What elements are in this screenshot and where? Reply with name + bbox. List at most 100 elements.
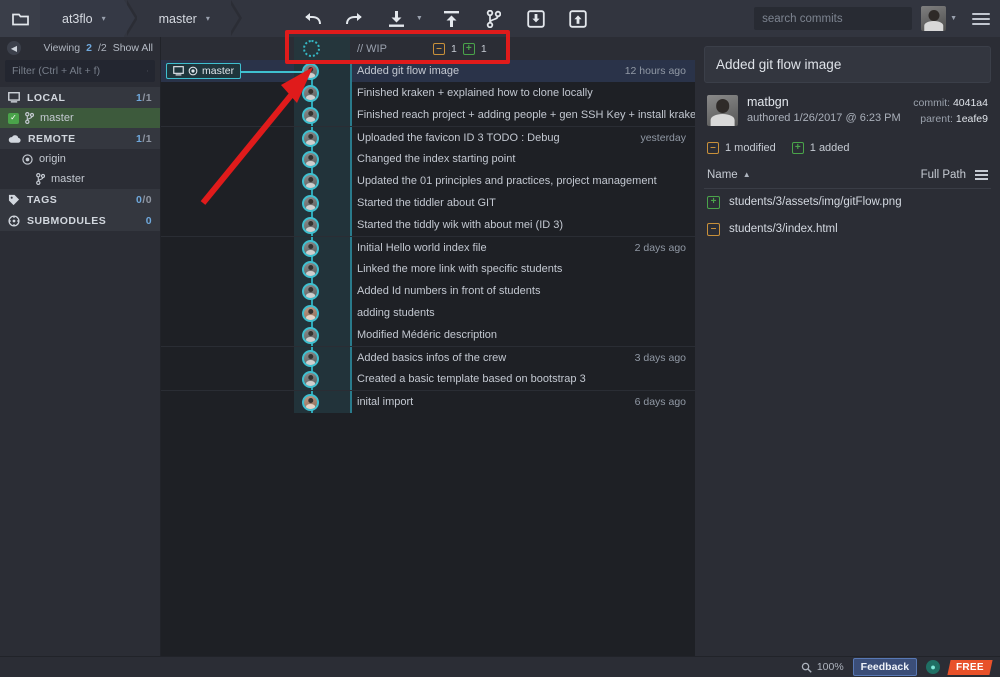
commit-node-avatar[interactable]: [302, 283, 319, 300]
commit-message: Updated the 01 principles and practices,…: [357, 175, 657, 187]
avatar: [921, 6, 947, 31]
branch-icon: [36, 173, 45, 185]
commit-row[interactable]: inital import 6 days ago: [161, 390, 695, 413]
open-repo-button[interactable]: [0, 0, 40, 37]
pop-stash-button[interactable]: [565, 6, 591, 32]
commit-node-avatar[interactable]: [302, 305, 319, 322]
commit-row[interactable]: Modified Médéric description: [161, 324, 695, 346]
commit-timestamp: 2 days ago: [634, 241, 686, 254]
branch-icon: [25, 112, 34, 124]
account-menu-button[interactable]: ▼: [921, 6, 957, 31]
search-area: ▼: [754, 6, 990, 31]
commit-row[interactable]: Added Id numbers in front of students: [161, 280, 695, 302]
search-commits-box[interactable]: [754, 7, 917, 30]
column-divider: [350, 347, 352, 369]
commit-node-avatar[interactable]: [302, 151, 319, 168]
redo-button[interactable]: [342, 6, 368, 32]
sidebar-item-local-master[interactable]: ✓ master: [0, 108, 160, 128]
commit-node-avatar[interactable]: [302, 350, 319, 367]
sidebar-group-remote[interactable]: REMOTE 1/1: [0, 128, 160, 149]
commit-row[interactable]: Finished kraken + explained how to clone…: [161, 82, 695, 104]
sidebar-item-label: master: [40, 112, 74, 124]
search-input[interactable]: [762, 12, 917, 25]
commit-message: Finished kraken + explained how to clone…: [357, 87, 593, 99]
column-divider: [350, 214, 352, 236]
file-list-item[interactable]: + students/3/assets/img/gitFlow.png: [704, 189, 991, 216]
search-icon: [147, 70, 148, 72]
commit-row[interactable]: Finished reach project + adding people +…: [161, 104, 702, 126]
pull-button[interactable]: [384, 6, 410, 32]
commit-row[interactable]: Linked the more link with specific stude…: [161, 258, 695, 280]
chevron-down-icon[interactable]: ▼: [416, 15, 423, 22]
commit-node-avatar[interactable]: [302, 195, 319, 212]
commit-row[interactable]: Created a basic template based on bootst…: [161, 368, 695, 390]
commit-node-avatar[interactable]: [302, 327, 319, 344]
commit-row[interactable]: Initial Hello world index file 2 days ago: [161, 236, 695, 259]
breadcrumb-repo[interactable]: at3flo ▾: [40, 0, 138, 37]
branch-button[interactable]: [481, 6, 507, 32]
sidebar-group-label: TAGS: [27, 193, 58, 206]
wip-stats: – 1 + 1: [433, 42, 487, 55]
collapse-sidebar-button[interactable]: ◀: [7, 41, 21, 55]
commit-message: adding students: [357, 307, 435, 319]
commit-row[interactable]: Changed the index starting point: [161, 148, 695, 170]
sidebar-item-remote-master[interactable]: master: [0, 169, 160, 189]
branch-filter-box[interactable]: [5, 60, 155, 82]
breadcrumb-branch[interactable]: master ▾: [136, 0, 242, 37]
commit-node-avatar[interactable]: [302, 85, 319, 102]
commit-message: Added Id numbers in front of students: [357, 285, 541, 297]
wip-node-icon: [303, 40, 320, 57]
wip-row[interactable]: // WIP – 1 + 1: [161, 37, 695, 60]
commit-hash-value[interactable]: 4041a4: [953, 97, 988, 109]
commit-row[interactable]: Started the tiddler about GIT: [161, 192, 695, 214]
commit-node-avatar[interactable]: [302, 394, 319, 411]
sort-ascending-icon[interactable]: ▲: [743, 170, 751, 179]
stash-button[interactable]: [523, 6, 549, 32]
checkbox-checked-icon[interactable]: ✓: [8, 112, 19, 124]
column-divider: [350, 302, 352, 324]
sidebar-item-origin[interactable]: origin: [0, 149, 160, 169]
commit-node-avatar[interactable]: [302, 107, 319, 124]
branch-label-master[interactable]: master: [166, 63, 242, 79]
commit-row[interactable]: Started the tiddly wik with about mei (I…: [161, 214, 695, 236]
sidebar-group-label: SUBMODULES: [27, 214, 107, 227]
commit-node-avatar[interactable]: [302, 217, 319, 234]
commit-node-avatar[interactable]: [302, 63, 319, 80]
commit-row[interactable]: Added git flow image 12 hours ago master: [161, 60, 695, 82]
zoom-control[interactable]: 100%: [801, 661, 844, 673]
sidebar-group-submodules[interactable]: SUBMODULES 0: [0, 210, 160, 231]
sidebar-group-count: 0/0: [136, 193, 152, 206]
commit-row[interactable]: adding students: [161, 302, 695, 324]
column-full-path[interactable]: Full Path: [921, 169, 966, 181]
show-all-button[interactable]: Show All: [113, 42, 153, 54]
commit-timestamp: 3 days ago: [634, 351, 686, 364]
viewing-total: /2: [97, 42, 107, 54]
hamburger-menu-icon[interactable]: [972, 12, 990, 25]
sidebar-header: ◀ Viewing 2/2 Show All: [0, 37, 160, 59]
list-view-icon[interactable]: [975, 169, 988, 180]
commit-row[interactable]: Added basics infos of the crew 3 days ago: [161, 346, 695, 369]
commit-node-avatar[interactable]: [302, 240, 319, 257]
feedback-button[interactable]: Feedback: [852, 658, 918, 676]
remote-icon: [22, 153, 33, 165]
commit-row[interactable]: Updated the 01 principles and practices,…: [161, 170, 695, 192]
file-path: students/3/index.html: [729, 223, 838, 236]
commit-row[interactable]: Uploaded the favicon ID 3 TODO : Debug ye…: [161, 126, 695, 149]
filter-input[interactable]: [12, 65, 147, 77]
commit-node-avatar[interactable]: [302, 261, 319, 278]
sidebar-group-local[interactable]: LOCAL 1/1: [0, 87, 160, 108]
commit-node-avatar[interactable]: [302, 173, 319, 190]
commit-node-avatar[interactable]: [302, 371, 319, 388]
undo-button[interactable]: [300, 6, 326, 32]
commit-message: Initial Hello world index file: [357, 241, 487, 254]
chevron-down-icon: ▾: [205, 14, 210, 23]
column-name[interactable]: Name: [707, 169, 738, 181]
commit-node-avatar[interactable]: [302, 130, 319, 147]
file-list-item[interactable]: – students/3/index.html: [704, 216, 991, 243]
parent-hash-value[interactable]: 1eafe9: [956, 113, 988, 125]
globe-icon[interactable]: ●: [926, 660, 941, 674]
commit-message: Added git flow image: [357, 65, 460, 77]
sidebar-group-tags[interactable]: TAGS 0/0: [0, 189, 160, 210]
breadcrumb-divider: [230, 0, 242, 36]
push-button[interactable]: [439, 6, 465, 32]
